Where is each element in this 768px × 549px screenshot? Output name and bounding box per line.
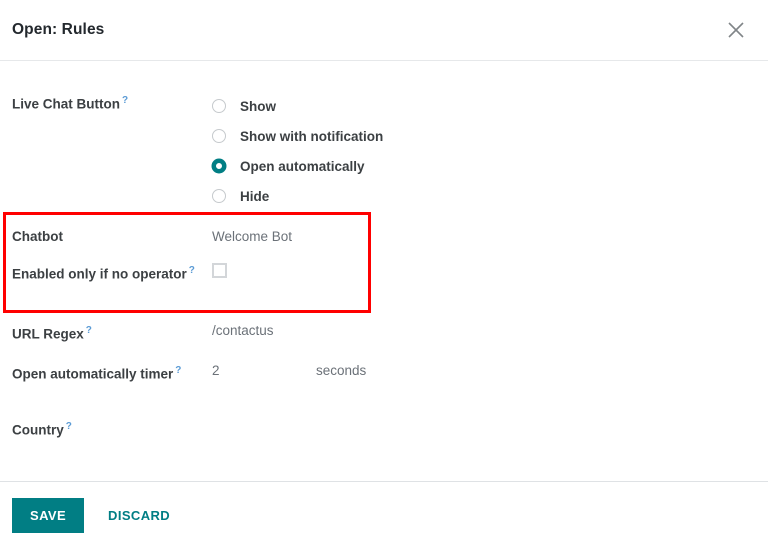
radio-group-live-chat-button: Show Show with notification Open automat… [200, 91, 383, 211]
value-chatbot[interactable]: Welcome Bot [200, 227, 292, 247]
label-enabled-only-if-no-operator: Enabled only if no operator? [12, 265, 195, 282]
save-button[interactable]: SAVE [12, 498, 85, 533]
radio-icon-show-with-notification [212, 129, 226, 143]
radio-option-open-automatically[interactable]: Open automatically [212, 151, 383, 181]
label-chatbot: Chatbot [12, 229, 63, 244]
suffix-seconds: seconds [316, 363, 367, 378]
close-icon-glyph [728, 22, 744, 38]
field-open-automatically-timer: Open automatically timer? 2 seconds [0, 361, 768, 385]
field-chatbot: Chatbot Welcome Bot [0, 227, 768, 247]
value-open-automatically-timer[interactable]: 2 [200, 361, 220, 381]
radio-icon-hide [212, 189, 226, 203]
radio-icon-open-automatically-selected [212, 159, 226, 173]
radio-option-hide[interactable]: Hide [212, 181, 383, 211]
radio-option-show[interactable]: Show [212, 91, 383, 121]
field-live-chat-button: Live Chat Button? Show Show with notific… [0, 91, 768, 211]
discard-button[interactable]: DISCARD [100, 498, 178, 533]
help-icon-url-regex[interactable]: ? [86, 325, 92, 336]
field-url-regex: URL Regex? /contactus [0, 321, 768, 345]
label-open-automatically-timer: Open automatically timer? [12, 365, 182, 382]
help-icon-open-automatically-timer[interactable]: ? [175, 365, 181, 376]
checkbox-enabled-only-if-no-operator[interactable] [212, 263, 227, 278]
value-url-regex[interactable]: /contactus [200, 321, 274, 341]
label-country: Country? [12, 421, 72, 438]
field-enabled-only-if-no-operator: Enabled only if no operator? [0, 261, 768, 285]
label-live-chat-button: Live Chat Button? [12, 95, 129, 112]
help-icon-country[interactable]: ? [66, 421, 72, 432]
dialog-footer: SAVE DISCARD [0, 481, 768, 549]
page-title: Open: Rules [12, 21, 105, 38]
dialog-header: Open: Rules [0, 0, 768, 61]
help-icon-enabled-only-if-no-operator[interactable]: ? [189, 265, 195, 276]
help-icon-live-chat-button[interactable]: ? [122, 95, 128, 106]
close-icon[interactable] [722, 16, 750, 44]
radio-option-show-with-notification[interactable]: Show with notification [212, 121, 383, 151]
field-country: Country? [0, 417, 768, 441]
label-url-regex: URL Regex? [12, 325, 92, 342]
dialog-body: Live Chat Button? Show Show with notific… [0, 61, 768, 480]
radio-icon-show [212, 99, 226, 113]
